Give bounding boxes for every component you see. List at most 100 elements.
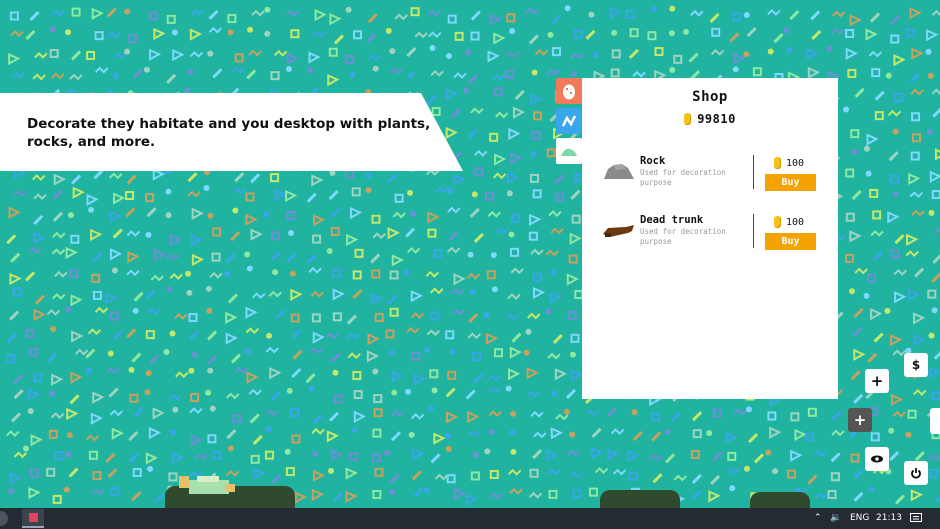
confetti-shape [227,29,234,36]
confetti-shape [265,450,275,460]
confetti-shape [830,472,840,482]
confetti-shape [913,333,926,347]
confetti-shape [132,307,139,314]
confetti-shape [407,72,414,79]
confetti-shape [433,249,443,259]
confetti-shape [467,129,478,140]
start-button[interactable] [0,511,8,526]
language-indicator[interactable]: ENG [850,508,869,529]
confetti-shape [169,273,183,280]
confetti-shape [54,270,68,278]
tab-eggs[interactable] [556,78,582,104]
confetti-shape [124,8,131,15]
confetti-shape [88,206,95,213]
confetti-shape [510,448,517,455]
confetti-shape [306,67,313,74]
confetti-shape [205,285,212,292]
confetti-shape [790,412,800,422]
confetti-shape [129,393,139,403]
confetti-shape [892,410,906,418]
confetti-shape [787,469,797,479]
confetti-shape [191,207,204,220]
confetti-shape [305,373,316,384]
confetti-shape [410,210,417,217]
confetti-shape [124,48,131,55]
confetti-shape [488,428,495,435]
confetti-shape [465,493,478,506]
add-dark-button[interactable]: + [848,408,872,432]
confetti-shape [892,191,899,198]
confetti-shape [594,467,609,474]
confetti-shape [270,250,281,262]
confetti-shape [51,72,65,80]
coin-icon [774,157,781,169]
confetti-shape [507,293,521,300]
add-button[interactable]: + [865,369,889,393]
confetti-shape [926,29,939,42]
confetti-shape [427,211,440,224]
confetti-shape [352,270,362,280]
confetti-shape [868,50,882,58]
confetti-shape [253,467,266,480]
stats-icon [561,115,577,127]
confetti-shape [270,391,281,402]
eye-button[interactable] [865,447,889,471]
confetti-shape [692,411,703,422]
confetti-shape [468,312,479,323]
tab-stats[interactable] [556,108,582,134]
taskbar-app[interactable] [22,509,44,528]
confetti-shape [871,68,881,78]
confetti-shape [106,367,120,375]
confetti-shape [205,389,212,396]
side-edge-button[interactable] [930,408,940,434]
confetti-shape [709,12,720,23]
confetti-shape [112,228,123,239]
confetti-shape [27,388,40,401]
clock[interactable]: 21:13 [876,508,902,529]
confetti-shape [53,173,66,186]
confetti-shape [350,206,363,220]
confetti-shape [628,471,638,481]
confetti-shape [250,228,263,241]
confetti-shape [330,448,344,461]
confetti-shape [274,189,287,202]
notification-icon[interactable] [910,508,922,529]
confetti-shape [345,490,358,503]
confetti-shape [227,293,238,304]
shop-panel: Shop 99810 Rock Used for decoration purp… [582,78,838,399]
chevron-up-icon[interactable]: ⌃ [814,508,822,529]
confetti-shape [33,308,46,322]
confetti-shape [128,366,135,373]
volume-icon[interactable]: 🔉 [830,508,841,529]
confetti-shape [329,411,340,422]
confetti-shape [532,189,542,199]
confetti-shape [13,189,27,197]
confetti-shape [245,306,258,319]
confetti-shape [473,232,484,243]
buy-dead-trunk-button[interactable]: Buy [765,233,816,250]
confetti-shape [248,388,262,396]
confetti-shape [224,270,231,277]
confetti-shape [12,287,22,297]
confetti-shape [870,432,880,442]
confetti-shape [68,467,79,478]
confetti-shape [111,427,124,440]
confetti-shape [534,49,549,56]
confetti-shape [493,87,503,97]
power-button[interactable] [904,461,928,485]
confetti-shape [231,66,246,74]
confetti-shape [345,6,352,13]
confetti-shape [831,429,845,437]
confetti-shape [6,430,20,437]
confetti-shape [10,30,24,37]
confetti-shape [453,72,467,79]
confetti-shape [67,212,74,219]
confetti-shape [52,231,66,239]
tab-shop[interactable] [556,138,582,164]
confetti-shape [530,173,540,183]
confetti-shape [347,352,361,360]
confetti-shape [746,26,757,38]
dollar-button[interactable]: $ [904,353,928,377]
buy-rock-button[interactable]: Buy [765,174,816,191]
confetti-shape [810,10,821,21]
